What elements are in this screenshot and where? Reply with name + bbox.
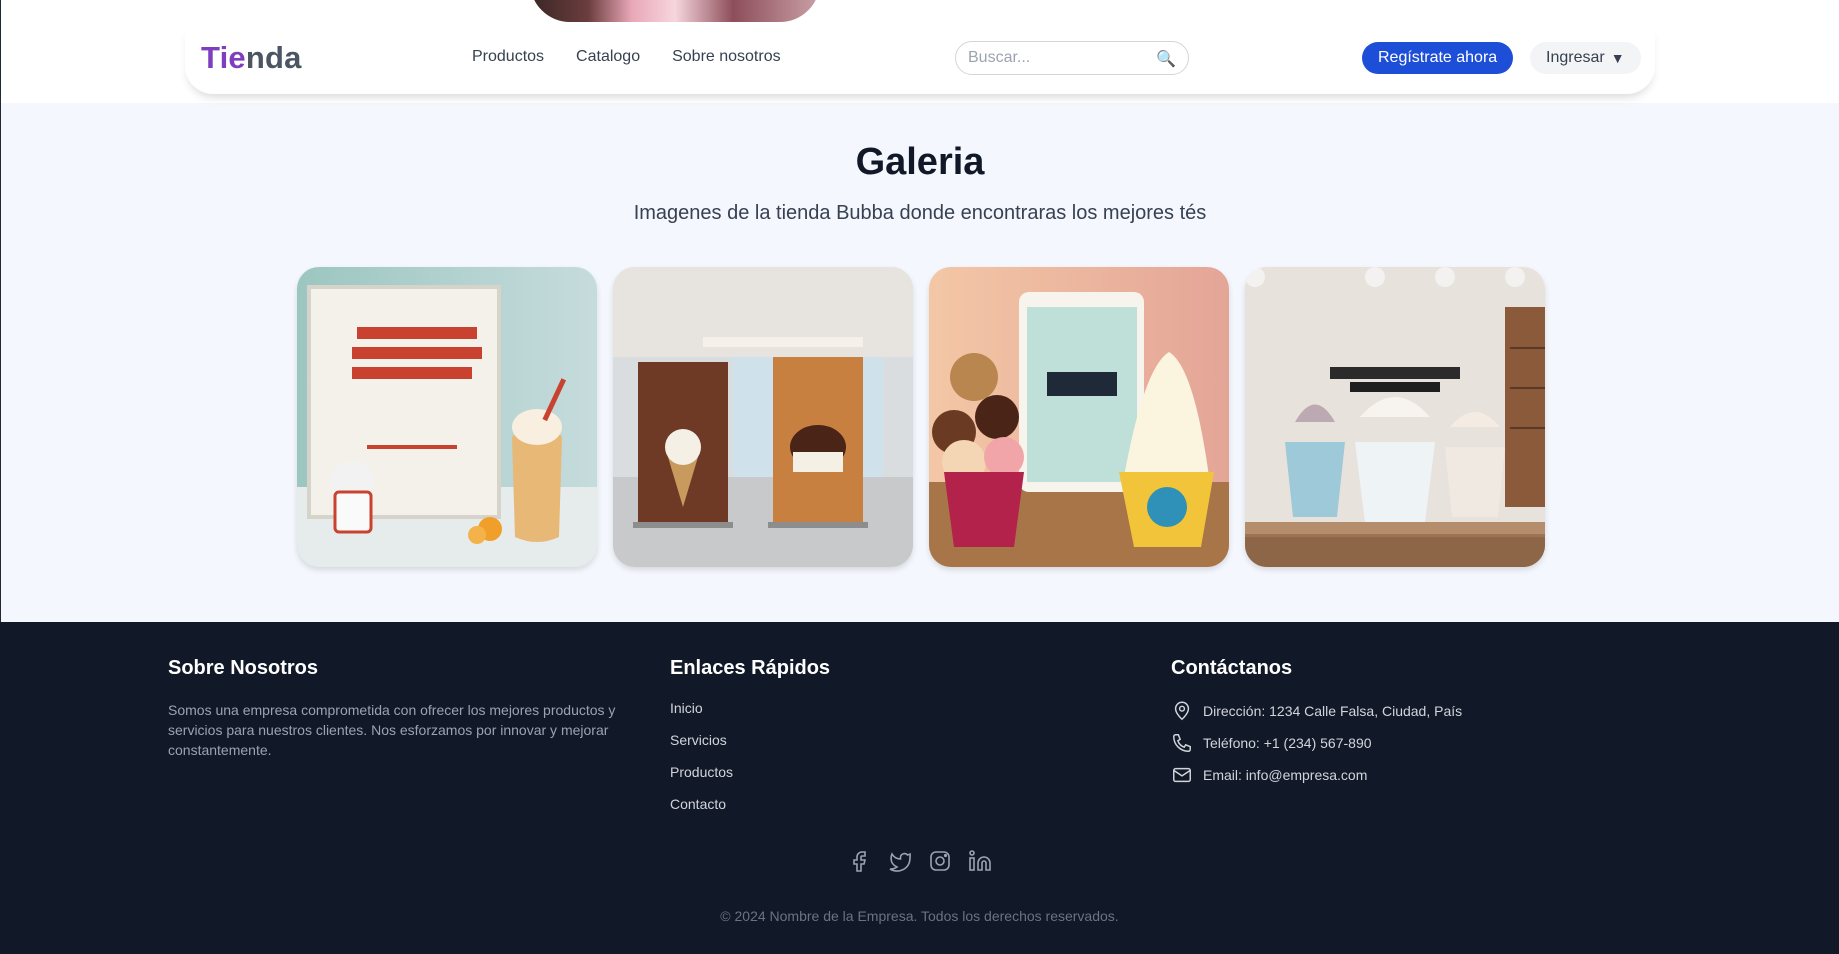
- linkedin-icon[interactable]: [968, 849, 992, 873]
- footer-about-text: Somos una empresa comprometida con ofrec…: [168, 702, 616, 758]
- contact-address-text: Dirección: 1234 Calle Falsa, Ciudad, Paí…: [1203, 703, 1463, 719]
- logo-part2: nda: [245, 40, 302, 75]
- top-image-peek: [530, 0, 820, 22]
- nav-catalogo[interactable]: Catalogo: [576, 48, 640, 66]
- gallery-title: Galeria: [855, 141, 985, 183]
- footer-links: Enlaces Rápidos Inicio Servicios Product…: [670, 657, 830, 828]
- search-icon[interactable]: 🔍: [1156, 49, 1176, 69]
- poster-with-ice-cream-image: [297, 267, 597, 567]
- login-label: Ingresar: [1546, 49, 1605, 66]
- login-dropdown-button[interactable]: Ingresar ▼: [1530, 42, 1641, 74]
- phone-icon: [1173, 734, 1191, 752]
- register-button[interactable]: Regístrate ahora: [1362, 42, 1514, 74]
- footer-link-servicios[interactable]: Servicios: [670, 732, 830, 749]
- footer-links-title: Enlaces Rápidos: [670, 657, 831, 679]
- gallery-subtitle: Imagenes de la tienda Bubba donde encont…: [633, 202, 1207, 224]
- twitter-icon[interactable]: [888, 849, 912, 873]
- contact-phone-text: Teléfono: +1 (234) 567-890: [1203, 735, 1372, 751]
- footer-contact-title: Contáctanos: [1171, 657, 1293, 679]
- gallery-grid: [297, 267, 1545, 567]
- facebook-icon[interactable]: [848, 849, 872, 873]
- gallery-image-4[interactable]: [1245, 267, 1545, 567]
- footer-link-inicio[interactable]: Inicio: [670, 700, 830, 717]
- footer-about-title: Sobre Nosotros: [168, 657, 319, 679]
- nav-sobre-nosotros[interactable]: Sobre nosotros: [672, 48, 781, 66]
- site-header: Tienda Productos Catalogo Sobre nosotros…: [185, 28, 1655, 94]
- gallery-image-1[interactable]: [297, 267, 597, 567]
- contact-email: Email: info@empresa.com: [1171, 764, 1462, 786]
- contact-email-text: Email: info@empresa.com: [1203, 767, 1368, 783]
- footer-link-productos[interactable]: Productos: [670, 764, 830, 781]
- logo[interactable]: Tienda: [201, 40, 302, 76]
- store-banners-image: [613, 267, 913, 567]
- footer-link-contacto[interactable]: Contacto: [670, 796, 830, 813]
- search-input[interactable]: [968, 49, 1148, 67]
- bubba-ice-cream-cups-image: [929, 267, 1229, 567]
- contact-list: Dirección: 1234 Calle Falsa, Ciudad, Paí…: [1171, 700, 1462, 786]
- location-pin-icon: [1174, 701, 1190, 721]
- mail-icon: [1173, 767, 1191, 783]
- instagram-icon[interactable]: [928, 849, 952, 873]
- site-footer: Sobre Nosotros Somos una empresa comprom…: [0, 622, 1839, 954]
- chevron-down-icon: ▼: [1610, 50, 1625, 66]
- search-box: 🔍: [955, 41, 1189, 75]
- gallery-section: Galeria Imagenes de la tienda Bubba dond…: [1, 103, 1839, 622]
- contact-address: Dirección: 1234 Calle Falsa, Ciudad, Paí…: [1171, 700, 1462, 722]
- footer-links-list: Inicio Servicios Productos Contacto: [670, 700, 830, 813]
- social-links: [0, 849, 1839, 873]
- bubba-shop-display-image: [1245, 267, 1545, 567]
- gallery-image-2[interactable]: [613, 267, 913, 567]
- page-left-border: [0, 0, 1, 622]
- footer-about: Sobre Nosotros Somos una empresa comprom…: [168, 657, 628, 760]
- footer-contact: Contáctanos Dirección: 1234 Calle Falsa,…: [1171, 657, 1462, 796]
- contact-phone: Teléfono: +1 (234) 567-890: [1171, 732, 1462, 754]
- copyright-text: © 2024 Nombre de la Empresa. Todos los d…: [720, 908, 1119, 924]
- logo-part1: Tie: [201, 40, 246, 75]
- main-nav: Productos Catalogo Sobre nosotros: [472, 48, 781, 66]
- nav-productos[interactable]: Productos: [472, 48, 544, 66]
- gallery-image-3[interactable]: [929, 267, 1229, 567]
